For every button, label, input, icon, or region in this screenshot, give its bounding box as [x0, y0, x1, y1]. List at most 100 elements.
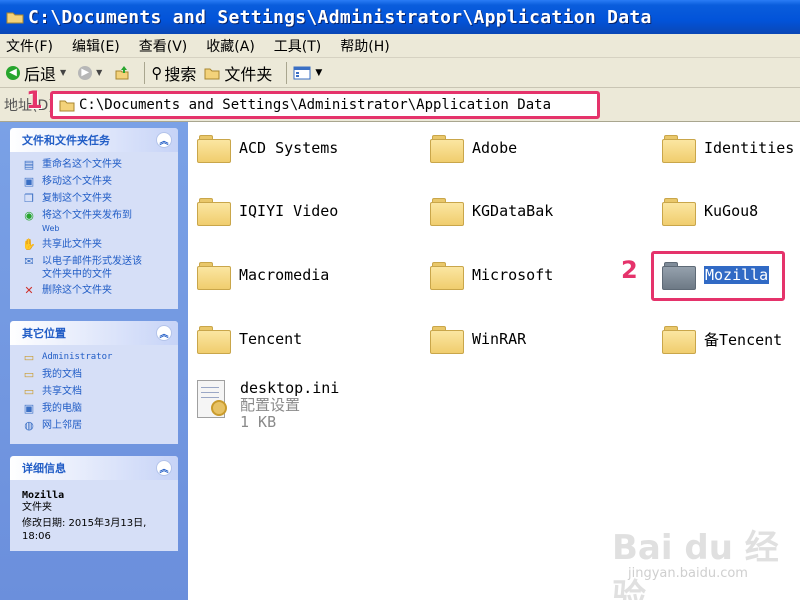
task-email[interactable]: ✉ 以电子邮件形式发送该 文件夹中的文件 [22, 255, 170, 281]
task-publish[interactable]: ◉ 将这个文件夹发布到 Web [22, 209, 170, 235]
details-modified: 修改日期: 2015年3月13日, [22, 518, 147, 529]
menu-view[interactable]: 查看(V) [139, 36, 188, 56]
folder-name: KuGou8 [704, 202, 759, 220]
folder-icon [662, 324, 696, 354]
folder-icon [662, 196, 696, 226]
copy-icon: ❐ [24, 192, 34, 205]
menu-bar: 文件(F) 编辑(E) 查看(V) 收藏(A) 工具(T) 帮助(H) [0, 34, 800, 58]
folder-icon [197, 196, 231, 226]
search-button[interactable]: ⚲ 搜索 [151, 61, 196, 85]
task-rename[interactable]: ▤ 重命名这个文件夹 [22, 158, 170, 172]
folder-name: IQIYI Video [239, 202, 339, 220]
collapse-icon[interactable]: ︽ [156, 132, 172, 148]
collapse-icon[interactable]: ︽ [156, 325, 172, 341]
move-icon: ▣ [23, 175, 35, 188]
folder-icon [197, 133, 231, 163]
highlight-box [651, 251, 785, 301]
menu-file[interactable]: 文件(F) [6, 36, 53, 56]
folder-item[interactable]: Tencent [197, 324, 302, 354]
place-label: 共享文档 [42, 386, 82, 397]
dropdown-caret-icon[interactable]: ▼ [60, 68, 66, 77]
folder-name: ACD Systems [239, 139, 339, 157]
panel-header[interactable]: 文件和文件夹任务 ︽ [10, 128, 178, 152]
folder-item[interactable]: Macromedia [197, 260, 329, 290]
watermark-logo: Bai du 经验 [612, 528, 779, 600]
up-folder-icon [115, 65, 129, 79]
folder-icon [6, 12, 24, 24]
task-label: 移动这个文件夹 [42, 176, 112, 187]
panel-title: 文件和文件夹任务 [22, 134, 110, 147]
back-arrow-icon: ◀ [6, 65, 20, 80]
place-shared-docs[interactable]: ▭ 共享文档 [22, 385, 170, 399]
panel-header[interactable]: 其它位置 ︽ [10, 321, 178, 345]
task-share[interactable]: ✋ 共享此文件夹 [22, 238, 170, 252]
folder-icon [197, 324, 231, 354]
folder-icon [430, 260, 464, 290]
task-pane: 文件和文件夹任务 ︽ ▤ 重命名这个文件夹 ▣ 移动这个文件夹 ❐ 复制这个文件… [0, 122, 188, 600]
menu-help[interactable]: 帮助(H) [340, 36, 389, 56]
folder-item[interactable]: KuGou8 [662, 196, 758, 226]
network-icon: ◍ [24, 419, 34, 432]
file-item[interactable]: desktop.ini 配置设置 1 KB [195, 380, 339, 431]
file-tasks-panel: 文件和文件夹任务 ︽ ▤ 重命名这个文件夹 ▣ 移动这个文件夹 ❐ 复制这个文件… [10, 128, 178, 309]
dropdown-caret-icon: ▼ [315, 67, 323, 78]
task-move[interactable]: ▣ 移动这个文件夹 [22, 175, 170, 189]
task-delete[interactable]: ✕ 删除这个文件夹 [22, 284, 170, 298]
folder-name: KGDataBak [472, 202, 554, 220]
place-label: 网上邻居 [42, 420, 82, 431]
folder-icon [430, 133, 464, 163]
views-button[interactable]: ▼ [293, 66, 326, 80]
other-places-panel: 其它位置 ︽ ▭ Administrator ▭ 我的文档 ▭ 共享文档 ▣ 我… [10, 321, 178, 444]
task-label: 共享此文件夹 [42, 239, 102, 250]
task-label: 将这个文件夹发布到 [42, 210, 132, 221]
panel-header[interactable]: 详细信息 ︽ [10, 456, 178, 480]
dropdown-caret-icon[interactable]: ▼ [96, 68, 102, 77]
folder-item[interactable]: Identities [662, 133, 794, 163]
folder-item[interactable]: Microsoft [430, 260, 553, 290]
place-label: 我的电脑 [42, 403, 82, 414]
place-network[interactable]: ◍ 网上邻居 [22, 419, 170, 433]
place-administrator[interactable]: ▭ Administrator [22, 351, 170, 365]
task-label: 重命名这个文件夹 [42, 159, 122, 170]
address-bar: 地址(D) C:\Documents and Settings\Administ… [0, 88, 800, 122]
folder-item[interactable]: IQIYI Video [197, 196, 338, 226]
window-title: C:\Documents and Settings\Administrator\… [28, 6, 652, 28]
address-input[interactable]: C:\Documents and Settings\Administrator\… [50, 91, 600, 119]
place-label: 我的文档 [42, 369, 82, 380]
toolbar-separator [144, 61, 146, 84]
folder-icon: ▭ [23, 351, 35, 364]
folder-item[interactable]: Adobe [430, 133, 517, 163]
place-my-documents[interactable]: ▭ 我的文档 [22, 368, 170, 382]
folder-name: Microsoft [472, 266, 554, 284]
file-size: 1 KB [240, 413, 277, 431]
back-button[interactable]: ◀ 后退 ▼ [6, 61, 70, 85]
folder-item[interactable]: 备Tencent [662, 324, 782, 354]
folder-icon [59, 100, 75, 112]
folder-item[interactable]: WinRAR [430, 324, 526, 354]
forward-button[interactable]: ▶ ▼ [78, 65, 106, 80]
menu-favorites[interactable]: 收藏(A) [206, 36, 255, 56]
details-type: 文件夹 [22, 502, 52, 513]
details-name: Mozilla [22, 490, 65, 501]
task-copy[interactable]: ❐ 复制这个文件夹 [22, 192, 170, 206]
task-label: 复制这个文件夹 [42, 193, 112, 204]
menu-edit[interactable]: 编辑(E) [72, 36, 120, 56]
folder-item[interactable]: ACD Systems [197, 133, 338, 163]
search-label: 搜索 [164, 64, 197, 84]
toolbar-separator [286, 61, 288, 84]
folder-icon [662, 133, 696, 163]
folder-item[interactable]: KGDataBak [430, 196, 553, 226]
folder-icon [197, 260, 231, 290]
folder-name: Identities [704, 139, 795, 157]
panel-title: 详细信息 [22, 462, 66, 475]
menu-tools[interactable]: 工具(T) [274, 36, 321, 56]
up-folder-button[interactable] [114, 65, 130, 81]
folders-button[interactable]: 文件夹 [204, 61, 272, 85]
details-time: 18:06 [22, 531, 51, 542]
collapse-icon[interactable]: ︽ [156, 460, 172, 476]
folder-name: Macromedia [239, 266, 330, 284]
callout-number: 2 [621, 256, 638, 284]
toolbar: ◀ 后退 ▼ ▶ ▼ ⚲ 搜索 文件夹 ▼ [0, 58, 800, 88]
folders-label: 文件夹 [224, 64, 273, 84]
place-my-computer[interactable]: ▣ 我的电脑 [22, 402, 170, 416]
